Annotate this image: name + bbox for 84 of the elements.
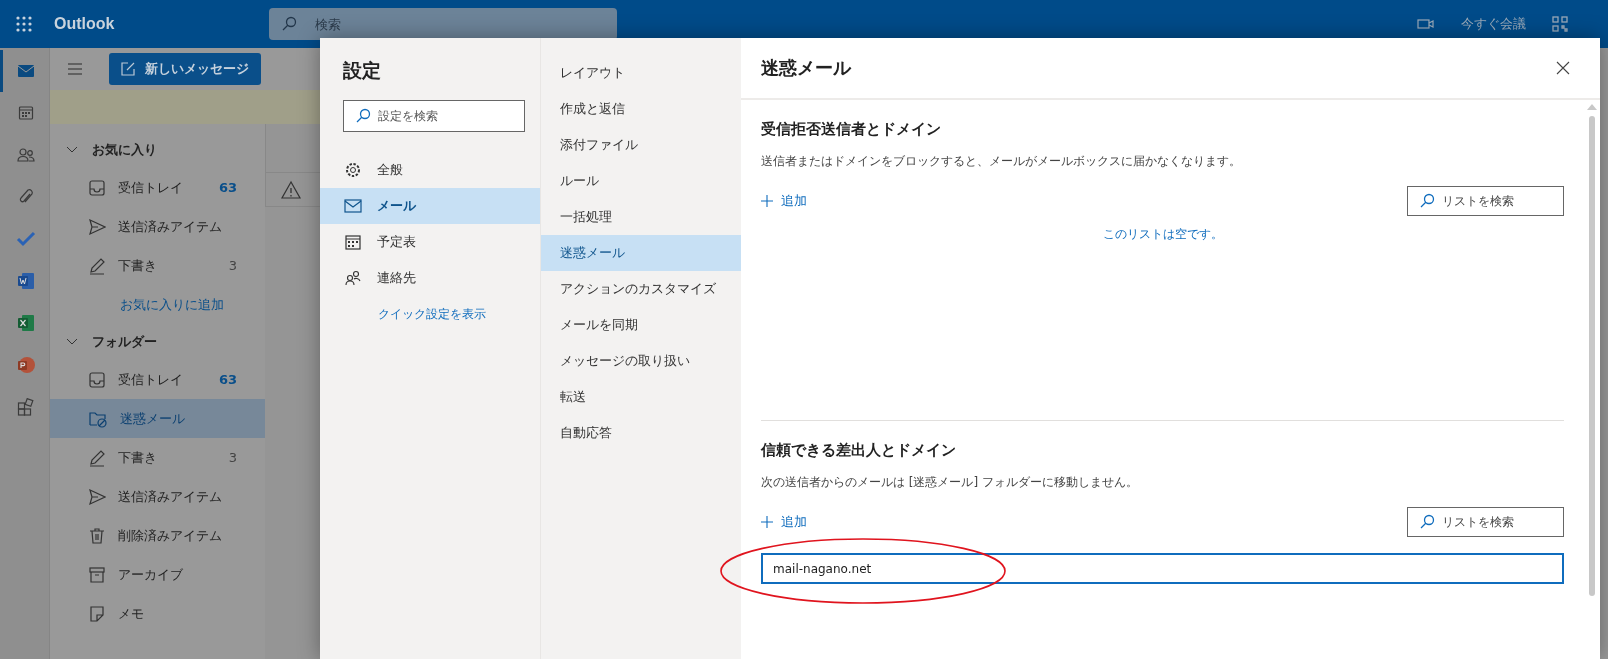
settings-subcategory[interactable]: 自動応答 bbox=[541, 415, 741, 451]
pencil-icon bbox=[88, 448, 106, 467]
settings-subcategory[interactable]: レイアウト bbox=[541, 55, 741, 91]
settings-subcategory[interactable]: メールを同期 bbox=[541, 307, 741, 343]
settings-subcategory[interactable]: ルール bbox=[541, 163, 741, 199]
qr-code-icon[interactable] bbox=[1552, 16, 1568, 32]
calendar-icon bbox=[18, 105, 34, 121]
folder-item[interactable]: 受信トレイ 63 bbox=[50, 168, 265, 207]
chevron-icon bbox=[66, 146, 78, 154]
chevron-icon bbox=[66, 338, 78, 346]
settings-search-field[interactable]: 設定を検索 bbox=[343, 100, 525, 132]
trash-icon bbox=[88, 526, 106, 545]
add-button[interactable]: 追加 bbox=[761, 513, 807, 531]
mail-icon bbox=[344, 199, 362, 213]
quick-settings-link[interactable]: クイック設定を表示 bbox=[378, 306, 540, 323]
folder-item[interactable]: アーカイブ bbox=[50, 555, 265, 594]
archive-box-icon bbox=[88, 565, 106, 584]
settings-title: 設定 bbox=[343, 58, 382, 83]
settings-subcategory[interactable]: メッセージの取り扱い bbox=[541, 343, 741, 379]
scroll-up-icon[interactable] bbox=[1587, 104, 1597, 110]
domain-input-field[interactable]: mail-nagano.net bbox=[761, 553, 1564, 584]
search-icon bbox=[281, 16, 298, 32]
meet-now-button[interactable]: 今すぐ会議 bbox=[1461, 15, 1526, 33]
settings-subcategory[interactable]: 作成と返信 bbox=[541, 91, 741, 127]
folder-item[interactable]: 削除済みアイテム bbox=[50, 516, 265, 555]
settings-category[interactable]: 予定表 bbox=[320, 224, 540, 260]
search-icon bbox=[355, 108, 371, 124]
pane-title: 迷惑メール bbox=[761, 56, 851, 80]
compose-icon bbox=[121, 62, 135, 76]
inbox-icon bbox=[88, 178, 106, 197]
settings-subcategory[interactable]: 一括処理 bbox=[541, 199, 741, 235]
presentation-app-icon bbox=[17, 356, 35, 374]
new-message-button[interactable]: 新しいメッセージ bbox=[109, 53, 261, 85]
empty-list-message: このリストは空です。 bbox=[1102, 226, 1223, 243]
gear-icon bbox=[344, 161, 362, 179]
close-icon[interactable] bbox=[1556, 61, 1570, 75]
plus-icon bbox=[761, 195, 773, 207]
folder-group-header[interactable]: お気に入り bbox=[50, 132, 265, 168]
plus-icon bbox=[761, 516, 773, 528]
spreadsheet-app-icon bbox=[17, 314, 35, 332]
settings-subcategory[interactable]: 転送 bbox=[541, 379, 741, 415]
section-title: 受信拒否送信者とドメイン bbox=[761, 120, 942, 139]
folder-group-header[interactable]: フォルダー bbox=[50, 324, 265, 360]
section-description: 次の送信者からのメールは [迷惑メール] フォルダーに移動しません。 bbox=[761, 474, 1139, 491]
folder-item[interactable]: メモ bbox=[50, 594, 265, 633]
search-icon bbox=[1419, 193, 1435, 209]
folder-item[interactable]: 送信済みアイテム bbox=[50, 477, 265, 516]
add-button[interactable]: 追加 bbox=[761, 192, 807, 210]
settings-category[interactable]: メール bbox=[320, 188, 540, 224]
video-camera-icon[interactable] bbox=[1417, 18, 1435, 30]
inbox-icon bbox=[88, 370, 106, 389]
settings-category[interactable]: 全般 bbox=[320, 152, 540, 188]
settings-subcategory[interactable]: アクションのカスタマイズ bbox=[541, 271, 741, 307]
folder-item[interactable]: 迷惑メール bbox=[50, 399, 265, 438]
search-field[interactable]: 検索 bbox=[269, 8, 618, 40]
people-icon bbox=[17, 147, 35, 163]
blocked-folder-icon bbox=[88, 409, 108, 428]
folder-item[interactable]: 受信トレイ 63 bbox=[50, 360, 265, 399]
note-icon bbox=[88, 604, 106, 623]
calendar-icon bbox=[344, 233, 362, 251]
search-icon bbox=[1419, 514, 1435, 530]
section-description: 送信者またはドメインをブロックすると、メールがメールボックスに届かなくなります。 bbox=[761, 153, 1242, 170]
app-launcher-icon[interactable] bbox=[15, 15, 33, 33]
settings-category[interactable]: 連絡先 bbox=[320, 260, 540, 296]
folder-item[interactable]: お気に入りに追加 bbox=[50, 285, 265, 324]
section-title: 信頼できる差出人とドメイン bbox=[761, 441, 957, 460]
people-icon bbox=[344, 269, 362, 287]
menu-icon[interactable] bbox=[67, 63, 83, 75]
settings-subcategory[interactable]: 添付ファイル bbox=[541, 127, 741, 163]
paper-plane-icon bbox=[88, 487, 106, 506]
list-search-field[interactable]: リストを検索 bbox=[1407, 186, 1564, 216]
folder-item[interactable]: 送信済みアイテム bbox=[50, 207, 265, 246]
app-name: Outlook bbox=[54, 15, 115, 33]
list-search-field[interactable]: リストを検索 bbox=[1407, 507, 1564, 537]
document-app-icon bbox=[17, 272, 35, 290]
mail-icon bbox=[17, 64, 35, 78]
paper-plane-icon bbox=[88, 217, 106, 236]
pencil-icon bbox=[88, 256, 106, 275]
folder-item[interactable]: 下書き 3 bbox=[50, 438, 265, 477]
checkmark-icon bbox=[16, 231, 36, 247]
settings-subcategory[interactable]: 迷惑メール bbox=[541, 235, 741, 271]
warning-icon bbox=[280, 179, 302, 200]
apps-icon bbox=[17, 398, 35, 416]
folder-item[interactable]: 下書き 3 bbox=[50, 246, 265, 285]
